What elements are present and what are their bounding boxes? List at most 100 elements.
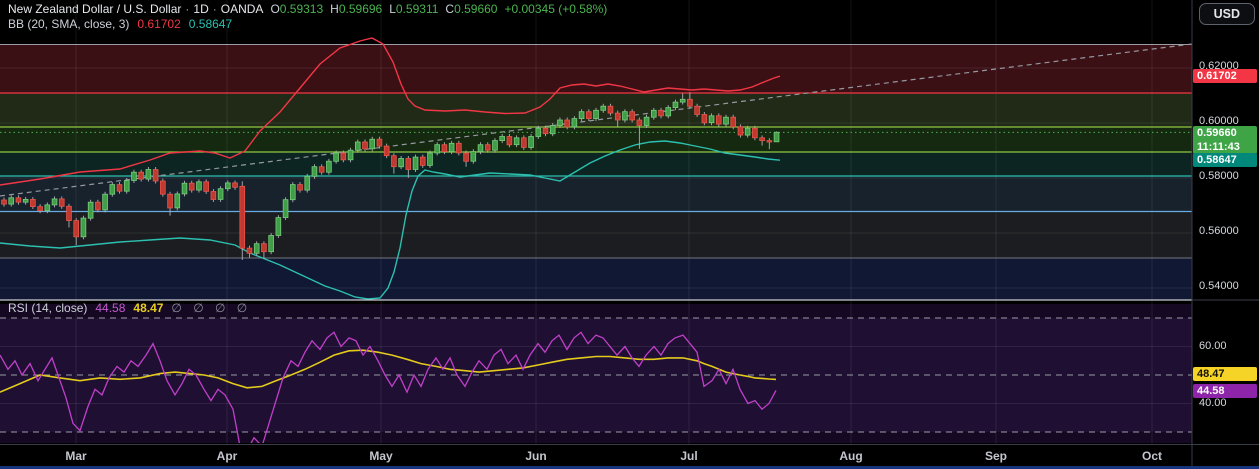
bb-lower-value: 0.58647 xyxy=(188,17,233,31)
candle-body xyxy=(138,171,144,180)
candle-body xyxy=(102,193,108,211)
price-zone xyxy=(0,258,1192,300)
candle-body xyxy=(383,145,390,157)
symbol-title[interactable]: New Zealand Dollar / U.S. Dollar xyxy=(8,2,181,16)
candle-body xyxy=(427,152,433,166)
candle-body xyxy=(470,151,477,162)
exchange-label[interactable]: OANDA xyxy=(221,2,264,16)
candle-body xyxy=(513,137,520,146)
candle-body xyxy=(181,182,188,195)
price-zone xyxy=(0,127,1192,152)
candle-body xyxy=(123,180,130,192)
candle-body xyxy=(737,126,744,136)
candle-body xyxy=(246,247,253,254)
candle-body xyxy=(715,115,722,125)
candle-body xyxy=(708,115,715,124)
candle-body xyxy=(15,197,22,203)
candle-body xyxy=(723,116,729,125)
candle-body xyxy=(275,217,282,236)
price-zone xyxy=(0,211,1192,258)
candle-body xyxy=(311,166,318,177)
candle-body xyxy=(347,149,354,161)
candle-body xyxy=(528,136,534,148)
timeframe-label[interactable]: 1D xyxy=(193,2,208,16)
candle-body xyxy=(672,101,679,108)
candle-body xyxy=(152,169,159,182)
candle-body xyxy=(8,197,15,205)
candle-body xyxy=(730,116,737,128)
separator-dot: · xyxy=(185,2,190,16)
candle-body xyxy=(225,182,231,190)
rsi-empty-values: ∅ ∅ ∅ ∅ xyxy=(171,301,252,315)
price-badge: 0.58647 xyxy=(1193,153,1257,168)
candle-body xyxy=(535,127,542,137)
candle-body xyxy=(441,144,448,152)
candle-body xyxy=(217,188,224,200)
candle-body xyxy=(196,181,202,191)
candle-body xyxy=(499,136,505,141)
candle-body xyxy=(304,175,311,191)
candle-body xyxy=(1,199,7,205)
candle-body xyxy=(419,156,426,166)
candle-body xyxy=(333,152,339,162)
candle-body xyxy=(766,140,773,143)
candle-body xyxy=(506,136,513,146)
candle-body xyxy=(30,198,36,207)
bb-upper-value: 0.61702 xyxy=(137,17,181,31)
candle-body xyxy=(456,142,462,154)
candle-body xyxy=(354,141,361,151)
bb-indicator-label[interactable]: BB (20, SMA, close, 3) xyxy=(8,17,129,31)
candle-body xyxy=(51,198,58,206)
rsi-axis-label: 60.00 xyxy=(1199,339,1227,352)
close-label: C xyxy=(445,2,455,16)
candle-body xyxy=(658,109,664,117)
candle-body xyxy=(643,116,650,126)
rsi-value: 44.58 xyxy=(95,301,126,315)
candle-body xyxy=(145,169,152,180)
candle-body xyxy=(549,125,556,135)
candle-body xyxy=(297,184,303,191)
candle-body xyxy=(73,220,80,238)
rsi-indicator-legend-row: RSI (14, close) 44.58 48.47 ∅ ∅ ∅ ∅ xyxy=(8,301,251,316)
candle-body xyxy=(22,198,29,203)
trading-chart-window: New Zealand Dollar / U.S. Dollar · 1D · OAND… xyxy=(0,0,1259,469)
candle-body xyxy=(87,201,94,219)
candle-body xyxy=(773,131,780,143)
price-axis-label: 0.56000 xyxy=(1199,225,1239,237)
close-value: 0.59660 xyxy=(454,2,498,16)
candle-body xyxy=(586,111,592,119)
high-label: H xyxy=(330,2,339,16)
candle-body xyxy=(116,184,123,192)
candle-body xyxy=(109,184,116,195)
price-zone xyxy=(0,152,1192,176)
candle-body xyxy=(174,193,181,209)
candle-body xyxy=(80,217,87,238)
time-axis-month-label: Jul xyxy=(680,449,698,463)
chart-canvas[interactable] xyxy=(0,0,1259,469)
candle-body xyxy=(571,118,578,128)
candle-body xyxy=(578,111,585,119)
candle-body xyxy=(44,204,51,212)
price-axis-label: 0.58000 xyxy=(1199,170,1239,182)
candle-body xyxy=(687,98,693,107)
candle-body xyxy=(253,243,260,254)
candle-body xyxy=(340,152,347,161)
time-axis-month-label: Mar xyxy=(65,449,87,463)
candle-body xyxy=(557,119,563,126)
low-value: 0.59311 xyxy=(395,2,439,16)
candle-body xyxy=(261,243,267,253)
candle-body xyxy=(521,137,527,148)
candle-body xyxy=(412,156,419,170)
time-axis-month-label: Sep xyxy=(984,449,1008,463)
candle-body xyxy=(37,206,43,212)
change-value: +0.00345 (+0.58%) xyxy=(504,2,608,16)
candle-body xyxy=(542,127,549,135)
candle-body xyxy=(636,119,643,126)
time-axis-month-label: Jun xyxy=(525,449,547,463)
price-axis-label: 0.60000 xyxy=(1199,115,1239,127)
low-label: L xyxy=(389,2,396,16)
currency-toggle-button[interactable]: USD xyxy=(1198,3,1255,25)
high-value: 0.59696 xyxy=(338,2,383,16)
rsi-indicator-label[interactable]: RSI (14, close) xyxy=(8,301,87,315)
open-label: O xyxy=(270,2,280,16)
